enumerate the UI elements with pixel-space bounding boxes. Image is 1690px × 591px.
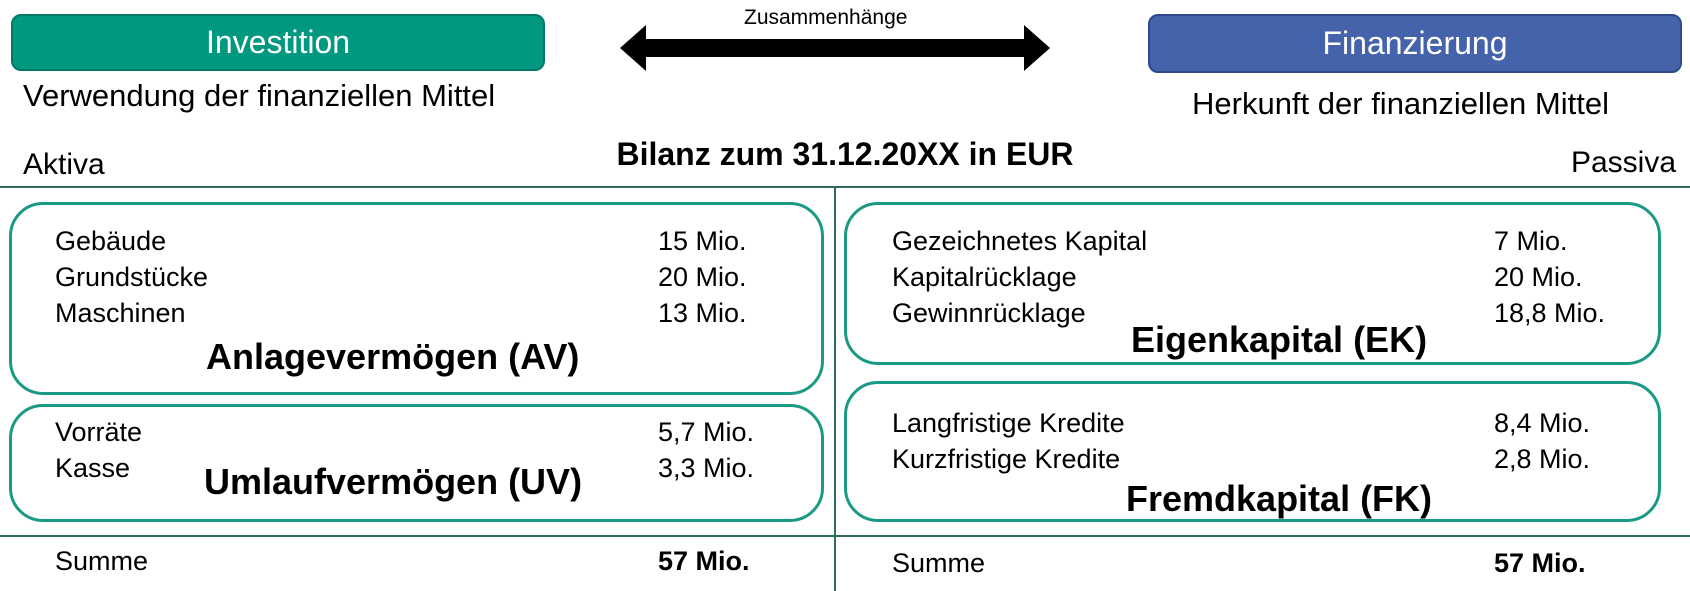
- sum-value-aktiva: 57 Mio.: [658, 546, 750, 576]
- investition-caption: Verwendung der finanziellen Mittel: [23, 78, 496, 113]
- item-label-langfristige-kredite: Langfristige Kredite: [892, 408, 1125, 438]
- item-value-maschinen: 13 Mio.: [658, 298, 747, 328]
- t-account-sum-line: [0, 535, 1690, 537]
- item-label-gebaeude: Gebäude: [55, 226, 167, 256]
- finanzierung-label: Finanzierung: [1322, 25, 1508, 61]
- passiva-label: Passiva: [1570, 146, 1676, 179]
- item-value-gewinnruecklage: 18,8 Mio.: [1494, 298, 1606, 328]
- item-value-grundstuecke: 20 Mio.: [658, 262, 747, 292]
- fremdkapital-title: Fremdkapital (FK): [1126, 478, 1433, 519]
- finanzierung-caption: Herkunft der finanziellen Mittel: [1192, 86, 1609, 121]
- sum-value-passiva: 57 Mio.: [1494, 548, 1586, 578]
- sum-label-passiva: Summe: [892, 548, 986, 578]
- item-label-kapitalruecklage: Kapitalrücklage: [892, 262, 1077, 292]
- item-label-maschinen: Maschinen: [55, 298, 186, 328]
- double-arrow-icon: [620, 25, 1050, 71]
- item-value-kapitalruecklage: 20 Mio.: [1494, 262, 1583, 292]
- investition-label: Investition: [205, 24, 351, 60]
- item-label-vorraete: Vorräte: [55, 417, 143, 447]
- item-label-kasse: Kasse: [55, 453, 131, 483]
- item-value-gebaeude: 15 Mio.: [658, 226, 747, 256]
- balance-title: Bilanz zum 31.12.20XX in EUR: [616, 136, 1074, 172]
- item-value-vorraete: 5,7 Mio.: [658, 417, 755, 447]
- t-account-divider: [834, 186, 836, 591]
- item-label-grundstuecke: Grundstücke: [55, 262, 209, 292]
- umlaufvermoegen-title: Umlaufvermögen (UV): [204, 461, 583, 502]
- item-label-gewinnruecklage: Gewinnrücklage: [892, 298, 1086, 328]
- t-account-top-line: [0, 186, 1690, 188]
- item-value-kasse: 3,3 Mio.: [658, 453, 755, 483]
- eigenkapital-title: Eigenkapital (EK): [1131, 319, 1428, 360]
- sum-label-aktiva: Summe: [55, 546, 149, 576]
- item-value-gezeichnetes-kapital: 7 Mio.: [1494, 226, 1568, 256]
- item-value-kurzfristige-kredite: 2,8 Mio.: [1494, 444, 1591, 474]
- item-label-kurzfristige-kredite: Kurzfristige Kredite: [892, 444, 1121, 474]
- item-value-langfristige-kredite: 8,4 Mio.: [1494, 408, 1591, 438]
- investition-button: Investition: [11, 14, 545, 71]
- finanzierung-button: Finanzierung: [1148, 14, 1682, 73]
- item-label-gezeichnetes-kapital: Gezeichnetes Kapital: [892, 226, 1148, 256]
- anlagevermoegen-title: Anlagevermögen (AV): [206, 336, 580, 377]
